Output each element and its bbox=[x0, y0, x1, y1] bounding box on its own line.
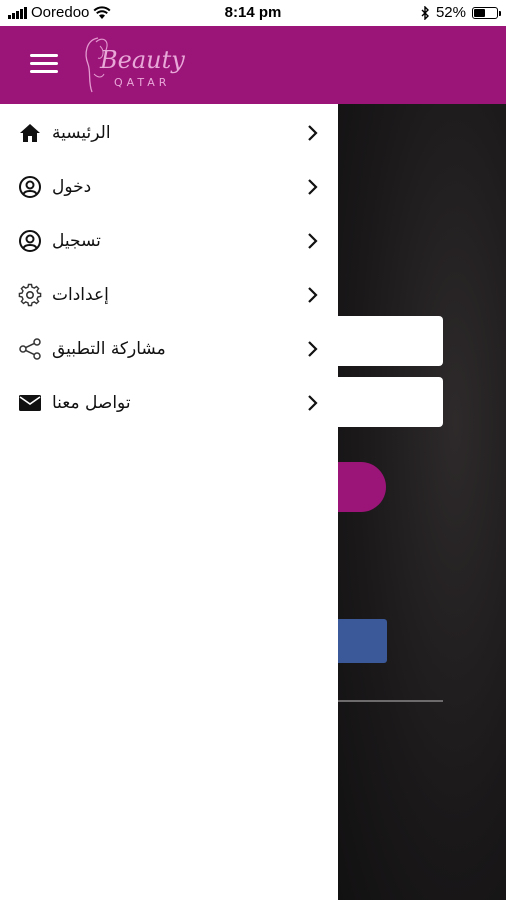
drawer-item-register[interactable]: تسجيل bbox=[0, 214, 338, 268]
status-left: Ooredoo bbox=[8, 4, 111, 21]
chevron-right-icon bbox=[308, 287, 318, 303]
logo-sub-text: QATAR bbox=[114, 76, 170, 89]
chevron-right-icon bbox=[308, 179, 318, 195]
bluetooth-icon bbox=[421, 5, 429, 20]
background-login-button bbox=[338, 462, 386, 512]
battery-level bbox=[474, 8, 486, 17]
drawer-item-contact-us[interactable]: تواصل معنا bbox=[0, 376, 338, 430]
drawer-item-share-app[interactable]: مشاركة التطبيق bbox=[0, 322, 338, 376]
drawer-item-login[interactable]: دخول bbox=[0, 160, 338, 214]
drawer-item-label: إعدادات bbox=[52, 285, 109, 305]
battery-percent: 52% bbox=[435, 4, 466, 21]
hamburger-menu-icon[interactable] bbox=[30, 54, 58, 74]
drawer-item-settings[interactable]: إعدادات bbox=[0, 268, 338, 322]
navigation-drawer: الرئيسية دخول تسجيل إعدادات مشاركة التطب… bbox=[0, 104, 338, 900]
drawer-item-label: تواصل معنا bbox=[52, 393, 131, 413]
drawer-item-home[interactable]: الرئيسية bbox=[0, 106, 338, 160]
background-screen bbox=[338, 104, 506, 900]
user-circle-icon bbox=[18, 229, 42, 253]
background-input-password bbox=[338, 377, 443, 427]
chevron-right-icon bbox=[308, 233, 318, 249]
chevron-right-icon bbox=[308, 341, 318, 357]
app-header: Beauty QATAR bbox=[0, 26, 506, 104]
background-divider bbox=[338, 700, 443, 702]
home-icon bbox=[18, 121, 42, 145]
share-icon bbox=[18, 337, 42, 361]
user-circle-icon bbox=[18, 175, 42, 199]
drawer-item-label: الرئيسية bbox=[52, 123, 111, 143]
drawer-item-label: دخول bbox=[52, 177, 92, 197]
logo-graphic: Beauty QATAR bbox=[85, 37, 185, 93]
gear-icon bbox=[18, 283, 42, 307]
status-right: 52% bbox=[421, 4, 501, 21]
drawer-item-label: تسجيل bbox=[52, 231, 101, 251]
background-input-username bbox=[338, 316, 443, 366]
status-bar: Ooredoo 8:14 pm 52% bbox=[0, 0, 506, 26]
drawer-item-label: مشاركة التطبيق bbox=[52, 339, 166, 359]
chevron-right-icon bbox=[308, 125, 318, 141]
carrier-name: Ooredoo bbox=[31, 4, 90, 21]
chevron-right-icon bbox=[308, 395, 318, 411]
wifi-icon bbox=[93, 5, 111, 19]
background-facebook-button bbox=[338, 619, 387, 663]
logo-script-text: Beauty bbox=[99, 46, 185, 74]
signal-icon bbox=[8, 6, 27, 19]
brand-logo: Beauty QATAR bbox=[76, 30, 196, 100]
battery-icon bbox=[472, 6, 501, 19]
envelope-icon bbox=[18, 391, 42, 415]
